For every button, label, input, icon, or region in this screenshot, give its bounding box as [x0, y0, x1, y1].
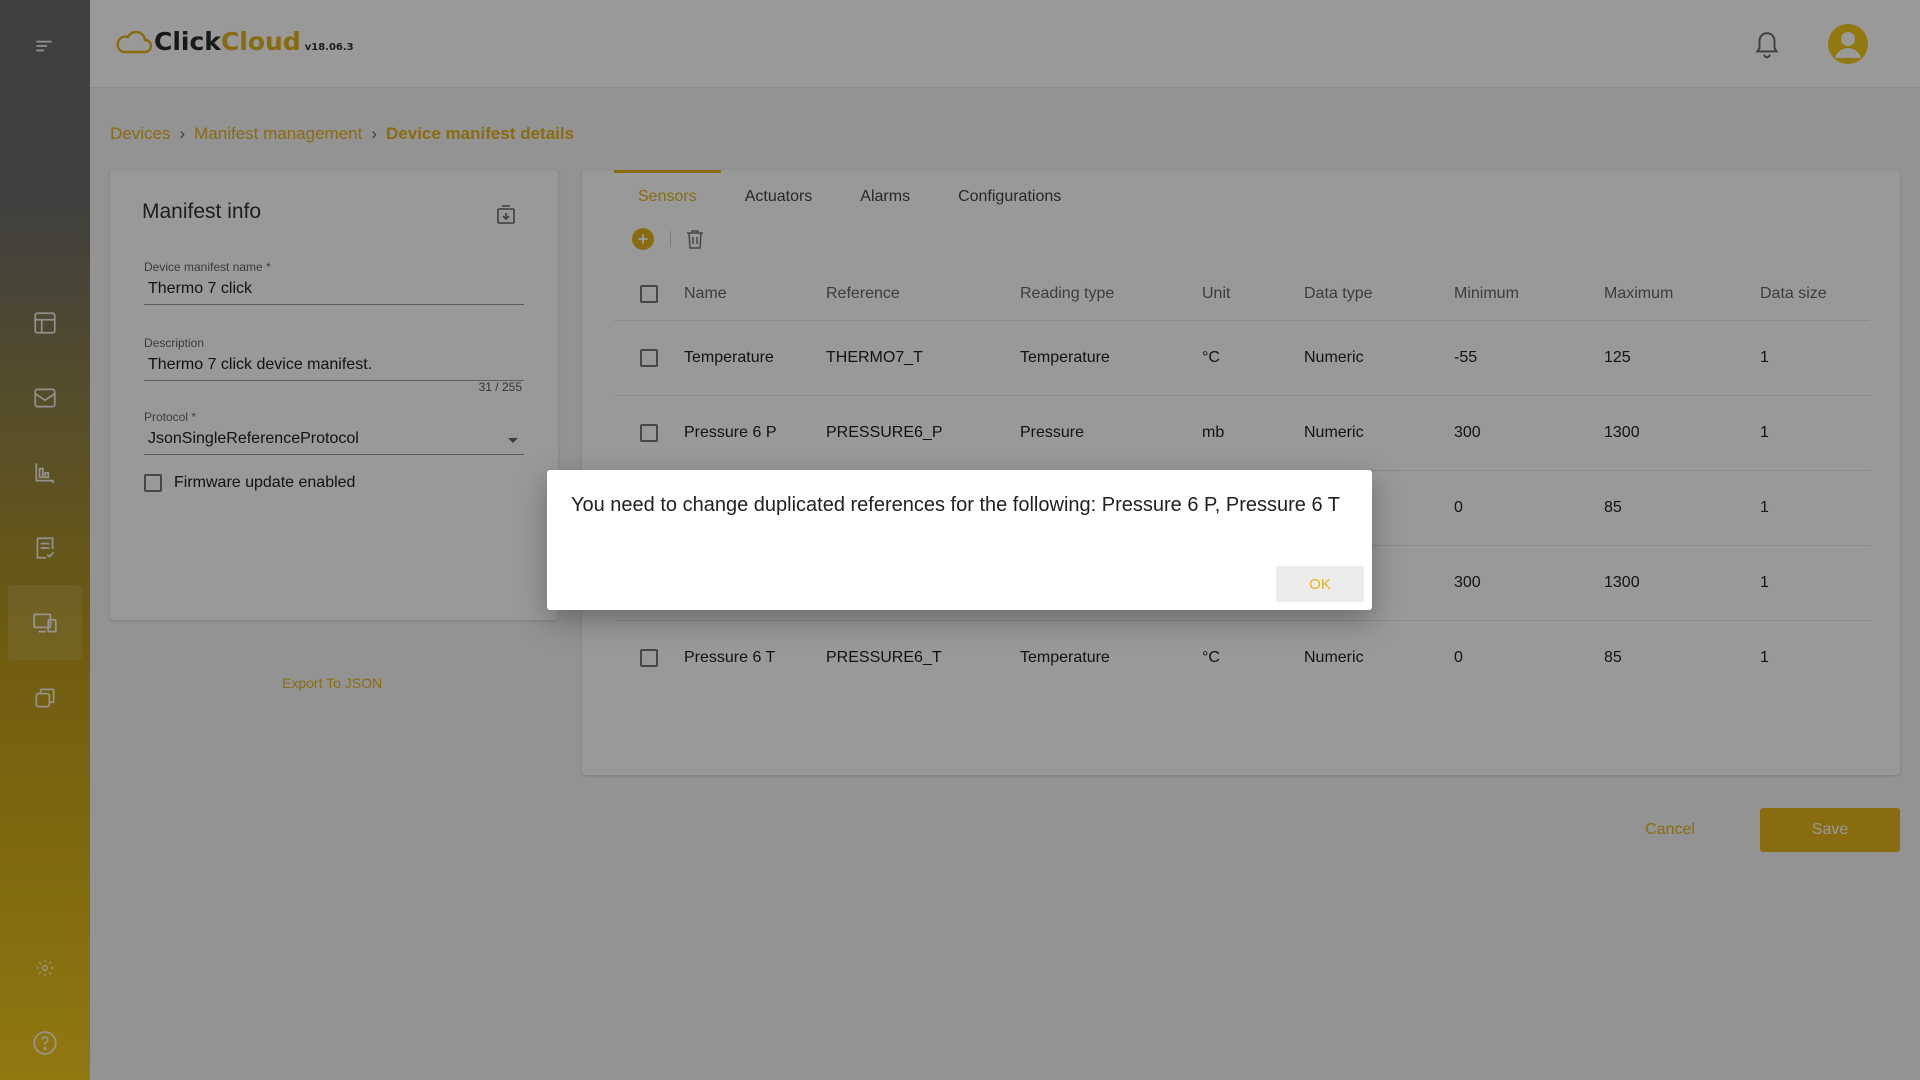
duplicate-reference-dialog: You need to change duplicated references…: [547, 470, 1372, 610]
dialog-message: You need to change duplicated references…: [571, 494, 1341, 516]
dialog-ok-button[interactable]: OK: [1276, 566, 1364, 602]
